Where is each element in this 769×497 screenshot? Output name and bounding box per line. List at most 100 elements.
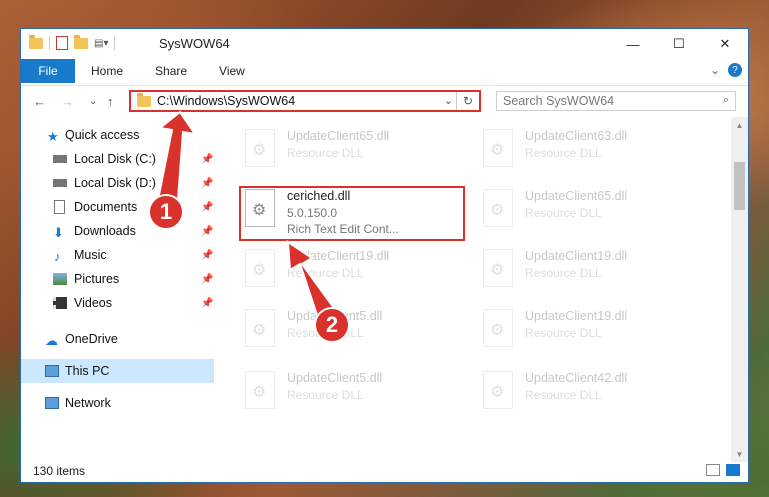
star-icon: ★ <box>47 129 59 144</box>
scroll-up-icon[interactable]: ▲ <box>731 117 748 133</box>
dll-file-icon <box>483 189 513 227</box>
sidebar-item-this-pc[interactable]: This PC <box>21 359 214 383</box>
callout-1: 1 <box>148 194 184 230</box>
sidebar-item-pictures[interactable]: Pictures 📌 <box>21 267 214 291</box>
tab-home[interactable]: Home <box>75 64 139 78</box>
navigation-pane: ★ Quick access Local Disk (C:) 📌 Local D… <box>21 121 214 461</box>
drive-icon <box>53 155 67 163</box>
file-name: UpdateClient19.dll <box>525 249 628 263</box>
pin-icon[interactable]: 📌 <box>201 274 213 285</box>
window-controls: — ☐ ✕ <box>610 29 748 59</box>
expand-ribbon-icon[interactable]: ⌄ <box>710 63 720 77</box>
sidebar-item-label: Local Disk (D:) <box>74 176 156 190</box>
file-item[interactable]: UpdateClient42.dll Resource DLL <box>479 369 679 413</box>
sidebar-item-local-disk-c[interactable]: Local Disk (C:) 📌 <box>21 147 214 171</box>
sidebar-item-videos[interactable]: Videos 📌 <box>21 291 214 315</box>
minimize-button[interactable]: — <box>610 29 656 59</box>
music-icon: ♪ <box>54 249 61 264</box>
forward-button[interactable]: → <box>61 94 74 109</box>
file-item[interactable]: UpdateClient19.dll Resource DLL <box>479 247 679 291</box>
up-button[interactable]: ↑ <box>107 94 114 109</box>
tab-file[interactable]: File <box>21 59 75 83</box>
file-item[interactable]: UpdateClient65.dll Resource DLL <box>241 127 441 171</box>
cloud-icon: ☁ <box>45 333 58 348</box>
file-item[interactable]: UpdateClient19.dll Resource DLL <box>479 307 679 351</box>
sidebar-item-label: Pictures <box>74 272 120 286</box>
quick-access-toolbar: ▤▾ <box>29 34 116 50</box>
scroll-thumb[interactable] <box>734 162 745 210</box>
close-button[interactable]: ✕ <box>702 29 748 59</box>
details-view-icon[interactable] <box>706 464 720 476</box>
search-icon: ⌕ <box>722 94 729 106</box>
sidebar-item-label: This PC <box>65 364 110 378</box>
downloads-icon: ⬇ <box>53 225 64 240</box>
properties-icon[interactable] <box>56 36 68 50</box>
sidebar-item-downloads[interactable]: ⬇ Downloads 📌 <box>21 219 214 243</box>
recent-locations-button[interactable]: ⌄ <box>89 96 97 107</box>
status-bar: 130 items <box>21 460 748 482</box>
folder-icon[interactable] <box>29 34 43 49</box>
file-description: Resource DLL <box>525 266 602 280</box>
refresh-button[interactable]: ↻ <box>456 92 479 110</box>
item-count: 130 items <box>33 464 86 478</box>
maximize-button[interactable]: ☐ <box>656 29 702 59</box>
vertical-scrollbar[interactable]: ▲ ▼ <box>731 117 748 462</box>
network-icon <box>45 397 59 409</box>
new-folder-icon[interactable] <box>74 34 88 49</box>
file-description: Resource DLL <box>287 388 364 402</box>
dll-file-icon <box>245 309 275 347</box>
pin-icon[interactable]: 📌 <box>201 250 213 261</box>
file-item[interactable]: UpdateClient5.dll Resource DLL <box>241 369 441 413</box>
dll-file-icon <box>483 129 513 167</box>
sidebar-item-onedrive[interactable]: ☁ OneDrive <box>21 327 214 351</box>
file-description: Resource DLL <box>525 206 602 220</box>
computer-icon <box>45 365 59 377</box>
dll-file-icon <box>245 129 275 167</box>
file-item[interactable]: UpdateClient65.dll Resource DLL <box>479 187 679 231</box>
sidebar-item-local-disk-d[interactable]: Local Disk (D:) 📌 <box>21 171 214 195</box>
file-explorer-window: ▤▾ SysWOW64 — ☐ ✕ File Home Share View ⌄… <box>20 28 749 483</box>
help-icon[interactable]: ? <box>728 63 742 77</box>
file-description: Resource DLL <box>525 326 602 340</box>
large-icons-view-icon[interactable] <box>726 464 740 476</box>
address-path[interactable]: C:\Windows\SysWOW64 <box>157 94 295 108</box>
pin-icon[interactable]: 📌 <box>201 202 213 213</box>
pin-icon[interactable]: 📌 <box>201 154 213 165</box>
dll-file-icon <box>483 371 513 409</box>
customize-toolbar-icon[interactable]: ▤▾ <box>94 38 108 49</box>
sidebar-item-label: Documents <box>74 200 138 214</box>
pin-icon[interactable]: 📌 <box>201 298 213 309</box>
search-input[interactable]: Search SysWOW64 ⌕ <box>496 91 736 111</box>
highlight-box <box>239 186 465 241</box>
sidebar-item-label: Downloads <box>74 224 136 238</box>
file-description: Resource DLL <box>287 266 364 280</box>
file-item[interactable]: UpdateClient63.dll Resource DLL <box>479 127 679 171</box>
file-description: Resource DLL <box>525 388 602 402</box>
file-name: UpdateClient42.dll <box>525 371 628 385</box>
file-name: UpdateClient19.dll <box>287 249 390 263</box>
sidebar-item-label: Network <box>65 396 111 410</box>
dll-file-icon <box>483 309 513 347</box>
file-item[interactable]: UpdateClient19.dll Resource DLL <box>241 247 441 291</box>
file-description: Resource DLL <box>287 146 364 160</box>
tab-view[interactable]: View <box>203 64 261 78</box>
sidebar-item-documents[interactable]: Documents 📌 <box>21 195 214 219</box>
sidebar-item-label: Quick access <box>65 128 140 142</box>
sidebar-item-label: Local Disk (C:) <box>74 152 156 166</box>
address-dropdown-icon[interactable]: ⌄ <box>444 94 453 107</box>
back-button[interactable]: ← <box>33 94 46 109</box>
pin-icon[interactable]: 📌 <box>201 226 213 237</box>
window-title: SysWOW64 <box>159 36 230 51</box>
title-bar: ▤▾ SysWOW64 — ☐ ✕ <box>21 29 748 59</box>
sidebar-item-label: Music <box>74 248 107 262</box>
callout-2: 2 <box>314 307 350 343</box>
dll-file-icon <box>245 249 275 287</box>
ribbon-tabs: File Home Share View ⌄ ? <box>21 59 748 83</box>
pin-icon[interactable]: 📌 <box>201 178 213 189</box>
sidebar-item-network[interactable]: Network <box>21 391 214 415</box>
dll-file-icon <box>483 249 513 287</box>
sidebar-item-quick-access[interactable]: ★ Quick access <box>21 123 214 147</box>
sidebar-item-music[interactable]: ♪ Music 📌 <box>21 243 214 267</box>
address-bar[interactable]: C:\Windows\SysWOW64 ⌄ ↻ <box>129 90 481 112</box>
tab-share[interactable]: Share <box>139 64 203 78</box>
